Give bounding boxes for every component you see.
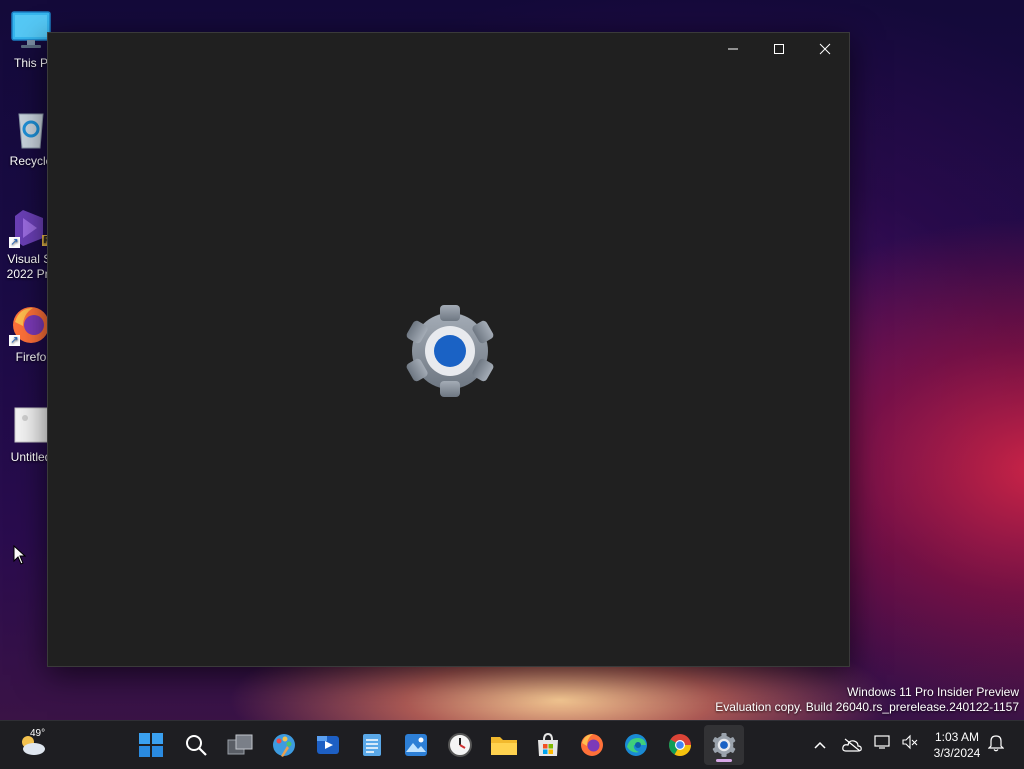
settings-window[interactable] [47, 32, 850, 667]
watermark-line1: Windows 11 Pro Insider Preview [847, 685, 1019, 699]
start-button[interactable] [135, 729, 167, 761]
close-button[interactable] [802, 33, 848, 65]
close-icon [819, 43, 831, 55]
taskbar [0, 720, 1024, 769]
minimize-icon [728, 48, 738, 50]
taskbar-app-notepad[interactable] [356, 729, 388, 761]
firefox-icon [581, 734, 603, 756]
taskbar-app-chrome[interactable] [664, 729, 696, 761]
settings-icon [712, 733, 736, 757]
task-view-button[interactable] [224, 729, 256, 761]
onedrive-button[interactable] [836, 729, 868, 761]
photos-icon [405, 734, 427, 756]
edge-icon [625, 734, 647, 756]
search-button[interactable] [180, 729, 212, 761]
file-explorer-icon [491, 737, 517, 755]
taskbar-clock[interactable]: 1:03 AM 3/3/2024 [926, 729, 988, 761]
weather-temperature: 49° [30, 728, 46, 739]
taskbar-app-file-explorer[interactable] [488, 729, 520, 761]
active-app-indicator [716, 759, 732, 762]
clipchamp-icon [317, 736, 339, 754]
volume-muted-icon[interactable] [902, 734, 918, 755]
show-hidden-icons-button[interactable] [804, 729, 836, 761]
clock-time: 1:03 AM [934, 730, 980, 744]
minimize-button[interactable] [710, 33, 756, 65]
task-view-icon [227, 734, 253, 755]
notification-bell-icon[interactable] [987, 734, 1005, 757]
taskbar-app-clipchamp[interactable] [312, 729, 344, 761]
taskbar-app-clock[interactable] [444, 729, 476, 761]
clock-date: 3/3/2024 [933, 746, 981, 760]
taskbar-app-firefox[interactable] [576, 729, 608, 761]
paint-icon [273, 734, 295, 757]
shortcut-arrow-icon: ↗ [9, 335, 20, 346]
onedrive-icon [842, 738, 862, 752]
settings-gear-icon [400, 301, 500, 406]
watermark-line2: Evaluation copy. Build 26040.rs_prerelea… [715, 700, 1019, 714]
clock-icon [448, 733, 472, 757]
search-icon [186, 735, 207, 756]
mouse-cursor-icon [13, 544, 27, 570]
maximize-button[interactable] [756, 33, 802, 65]
evaluation-watermark: Windows 11 Pro Insider Preview Evaluatio… [715, 685, 1019, 715]
taskbar-app-paint[interactable] [268, 729, 300, 761]
taskbar-app-photos[interactable] [400, 729, 432, 761]
chrome-icon [669, 734, 691, 756]
start-icon [139, 733, 163, 757]
network-icon[interactable] [874, 734, 892, 755]
desktop: This P Recycle PI ↗ Visual St 2022 Pre [0, 0, 1024, 720]
store-icon [538, 732, 558, 756]
notepad-icon [363, 734, 381, 756]
taskbar-app-store[interactable] [532, 729, 564, 761]
maximize-icon [774, 44, 784, 54]
taskbar-app-edge[interactable] [620, 729, 652, 761]
shortcut-arrow-icon: ↗ [9, 237, 20, 248]
chevron-up-icon [814, 741, 826, 749]
